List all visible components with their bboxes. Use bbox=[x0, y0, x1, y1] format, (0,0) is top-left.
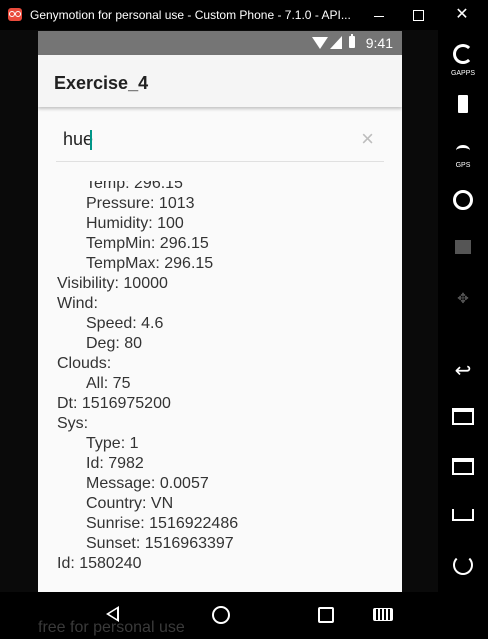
weather-line: Visibility: 10000 bbox=[57, 275, 168, 292]
window-titlebar: Genymotion for personal use - Custom Pho… bbox=[0, 0, 488, 30]
weather-line: Message: 0.0057 bbox=[86, 475, 209, 492]
weather-result[interactable]: Temp: 296.15 Pressure: 1013 Humidity: 100 T… bbox=[38, 181, 402, 574]
nav-recents-button[interactable] bbox=[318, 607, 334, 623]
weather-line: Clouds: bbox=[57, 355, 112, 372]
dpad-icon: ✥ bbox=[457, 290, 469, 306]
weather-line: Sunrise: 1516922486 bbox=[86, 515, 239, 532]
app-title: Exercise_4 bbox=[54, 73, 149, 93]
maximize-icon bbox=[412, 10, 424, 21]
keyboard-icon[interactable] bbox=[373, 608, 393, 621]
weather-line: Sys: bbox=[57, 415, 89, 432]
side-back-button[interactable]: ↩ bbox=[438, 358, 488, 383]
weather-line: Type: 1 bbox=[86, 435, 139, 452]
text-cursor bbox=[90, 130, 92, 150]
weather-line: Temp: 296.15 bbox=[86, 181, 183, 192]
gapps-button[interactable]: GAPPS bbox=[438, 44, 488, 77]
search-input[interactable] bbox=[56, 121, 353, 157]
gps-label: GPS bbox=[455, 162, 471, 169]
minimize-button[interactable] bbox=[366, 4, 392, 26]
battery-icon bbox=[458, 95, 468, 113]
app-logo-icon bbox=[8, 8, 22, 21]
weather-line: Sunset: 1516963397 bbox=[86, 535, 234, 552]
weather-lines: Temp: 296.15 Pressure: 1013 Humidity: 100 T… bbox=[38, 181, 402, 574]
genymotion-side-toolbar bbox=[438, 30, 488, 639]
status-time: 9:41 bbox=[365, 35, 393, 51]
window-title: Genymotion for personal use - Custom Pho… bbox=[30, 8, 351, 22]
battery-button[interactable] bbox=[438, 95, 488, 118]
gps-button[interactable]: GPS bbox=[438, 143, 488, 169]
power-button[interactable] bbox=[438, 555, 488, 580]
battery-icon bbox=[349, 34, 355, 48]
minimize-icon bbox=[374, 15, 384, 17]
webcam-button[interactable] bbox=[438, 190, 488, 215]
search-box: × bbox=[56, 121, 384, 162]
menu-icon bbox=[452, 458, 474, 475]
close-icon: ✕ bbox=[455, 6, 469, 23]
weather-line: Speed: 4.6 bbox=[86, 315, 164, 332]
gapps-label: GAPPS bbox=[450, 70, 476, 77]
dpad-button: ✥ bbox=[438, 290, 488, 307]
weather-line: All: 75 bbox=[86, 375, 131, 392]
signal-icon bbox=[330, 36, 342, 49]
weather-line: Id: 1580240 bbox=[57, 555, 142, 572]
home-icon bbox=[452, 509, 474, 521]
capture-button bbox=[438, 240, 488, 259]
gapps-icon bbox=[453, 44, 473, 64]
clear-icon[interactable]: × bbox=[361, 127, 374, 151]
gps-icon bbox=[456, 145, 470, 156]
multitask-icon bbox=[452, 408, 474, 425]
side-home-button[interactable] bbox=[438, 508, 488, 526]
weather-line: TempMin: 296.15 bbox=[86, 235, 209, 252]
weather-line: Humidity: 100 bbox=[86, 215, 184, 232]
webcam-icon bbox=[453, 190, 473, 210]
weather-line: Dt: 1516975200 bbox=[57, 395, 171, 412]
phone-screen: 9:41 Exercise_4 × Temp: 296.15 Pressure: … bbox=[38, 31, 402, 592]
weather-line: Id: 7982 bbox=[86, 455, 144, 472]
multitask-button[interactable] bbox=[438, 408, 488, 430]
watermark-text: free for personal use bbox=[38, 619, 185, 636]
camera-clapper-icon bbox=[455, 240, 471, 254]
menu-button[interactable] bbox=[438, 458, 488, 480]
weather-line: TempMax: 296.15 bbox=[86, 255, 214, 272]
nav-home-button[interactable] bbox=[212, 606, 230, 624]
weather-line: Pressure: 1013 bbox=[86, 195, 195, 212]
app-bar: Exercise_4 bbox=[38, 55, 402, 107]
maximize-button[interactable] bbox=[405, 4, 431, 26]
status-bar: 9:41 bbox=[38, 31, 402, 55]
power-icon bbox=[453, 555, 473, 575]
close-window-button[interactable]: ✕ bbox=[449, 4, 475, 26]
weather-line: Wind: bbox=[57, 295, 98, 312]
weather-line: Country: VN bbox=[86, 495, 174, 512]
back-icon: ↩ bbox=[454, 360, 472, 382]
wifi-icon bbox=[312, 37, 328, 49]
weather-line: Deg: 80 bbox=[86, 335, 143, 352]
